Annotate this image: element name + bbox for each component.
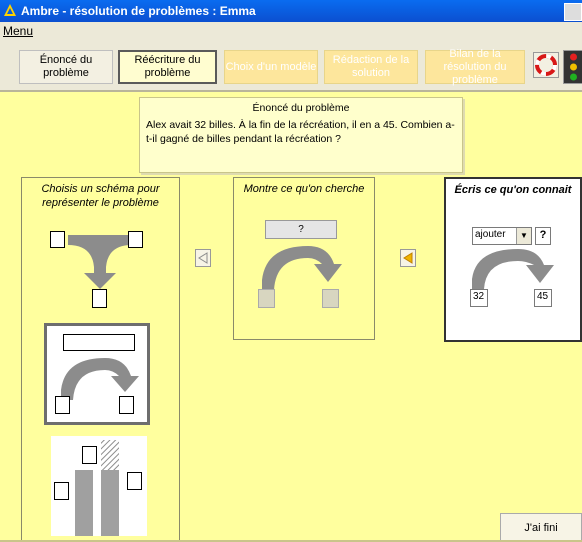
search-panel-title: Montre ce qu'on cherche [243,183,365,195]
help-button[interactable] [533,52,559,78]
start-value-box[interactable] [258,289,275,308]
menu-bar: Menu [0,22,582,40]
end-value-box[interactable] [322,289,339,308]
unknown-change-box[interactable]: ? [265,220,337,239]
schema-option-combine[interactable] [50,223,150,313]
schema-option-transform[interactable] [44,323,150,425]
schema-end-box [119,396,134,414]
previous-arrow-button[interactable] [195,249,211,267]
ambre-logo-icon [4,4,16,16]
maximize-button[interactable] [564,3,582,21]
tab-reecriture[interactable]: Réécriture du problème [118,50,217,84]
title-bar: Ambre - résolution de problèmes : Emma [0,0,582,22]
finish-button[interactable]: J'ai fini [500,513,582,542]
schema-difference-box [82,446,97,464]
schema-start-box [55,396,70,414]
problem-text: Alex avait 32 billes. À la fin de la réc… [146,119,455,145]
end-value-field[interactable]: 45 [534,289,552,307]
curved-arrow-icon [61,358,139,400]
status-light [563,50,582,84]
step-toolbar: Énoncé du problème Réécriture du problèm… [0,40,582,92]
problem-statement-panel: Énoncé du problème Alex avait 32 billes.… [139,97,463,173]
tab-choix-modele[interactable]: Choix d'un modèle [224,50,318,84]
operation-select[interactable]: ajouter ▼ [472,227,532,245]
known-values-panel: Écris ce qu'on connait ajouter ▼ ? 32 45 [444,177,582,342]
schema-part-box [50,231,65,248]
schema-option-compare[interactable] [51,436,147,536]
tab-bilan[interactable]: Bilan de la résolution du problème [425,48,525,86]
problem-title: Énoncé du problème [252,102,350,114]
known-values-title: Écris ce qu'on connait [454,184,572,196]
curved-arrow-icon [262,246,342,290]
curved-arrow-icon [472,249,554,289]
schema-change-box [63,334,135,351]
schema-large-box [127,472,142,490]
next-arrow-button[interactable] [400,249,416,267]
lifebuoy-icon [535,54,557,76]
start-value-field[interactable]: 32 [470,289,488,307]
window-title: Ambre - résolution de problèmes : Emma [21,4,256,18]
operation-value: ajouter [475,229,506,240]
tab-enonce[interactable]: Énoncé du problème [19,50,113,84]
arrow-left-icon [198,252,208,264]
arrow-left-icon [403,252,413,264]
schema-total-box [92,289,107,308]
schema-choice-title: Choisis un schéma pour représenter le pr… [41,183,160,209]
chevron-down-icon[interactable]: ▼ [516,228,531,244]
schema-small-box [54,482,69,500]
traffic-light-icon [570,53,577,81]
tab-redaction[interactable]: Rédaction de la solution [324,50,418,84]
search-panel: Montre ce qu'on cherche ? [233,177,375,340]
menu-item[interactable]: Menu [3,24,33,38]
schema-part-box [128,231,143,248]
unknown-toggle-button[interactable]: ? [535,227,551,245]
